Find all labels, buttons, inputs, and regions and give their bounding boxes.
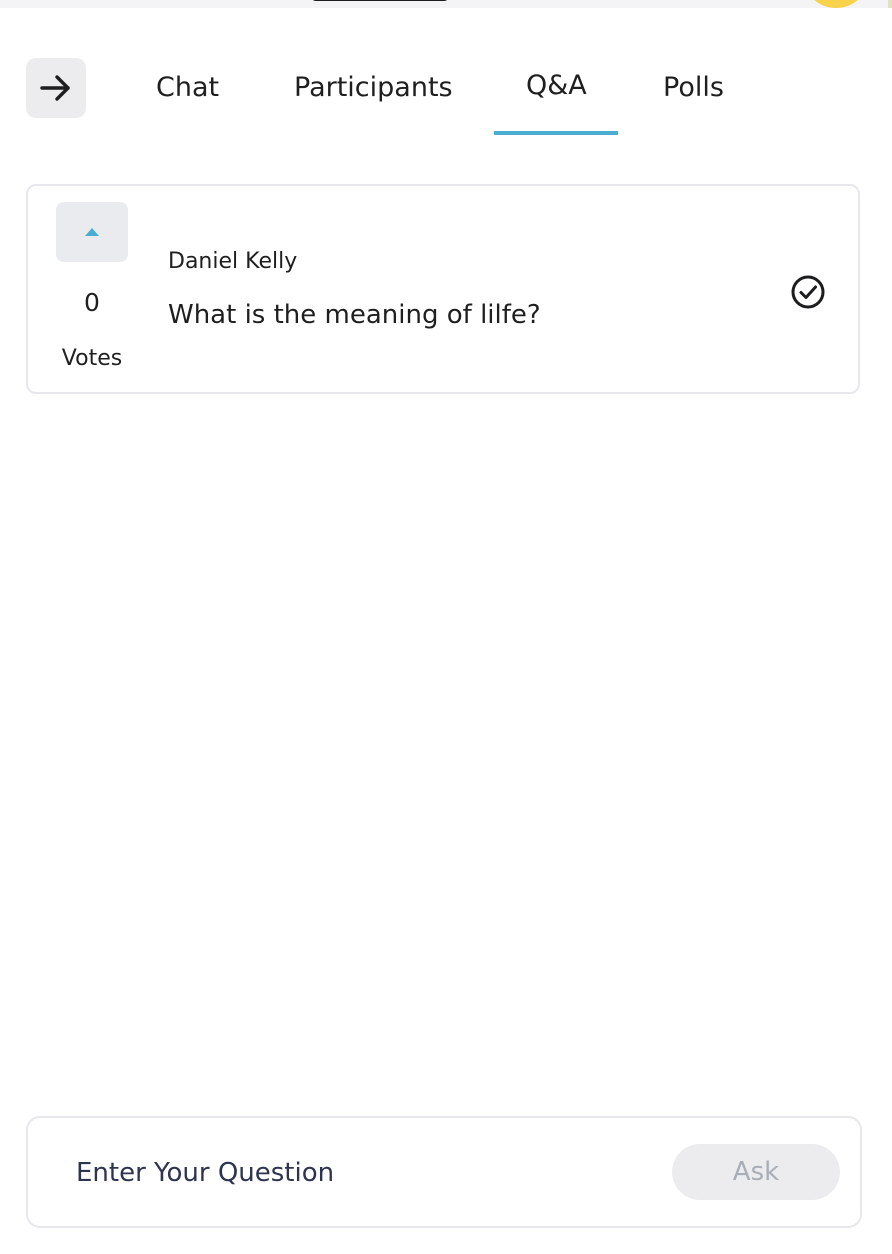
ask-button[interactable]: Ask [672, 1144, 840, 1200]
check-circle-icon[interactable] [790, 274, 826, 310]
arrow-right-icon [40, 75, 70, 101]
question-input[interactable] [76, 1146, 656, 1200]
avatar-fragment [804, 0, 868, 8]
top-bar-fragment [0, 0, 892, 8]
vote-count: 0 [84, 288, 100, 317]
votes-label: Votes [61, 346, 123, 371]
caret-up-icon [85, 228, 99, 236]
question-author: Daniel Kelly [168, 249, 298, 274]
question-text: What is the meaning of lilfe? [168, 300, 541, 330]
top-pill-fragment [312, 0, 448, 1]
upvote-button[interactable] [56, 202, 128, 262]
qa-panel: Chat Participants Q&A Polls 0 Votes Dani… [0, 0, 892, 1254]
active-tab-indicator [494, 131, 618, 135]
edge-fragment [888, 0, 892, 8]
tab-qa[interactable]: Q&A [526, 66, 587, 110]
question-card: 0 Votes Daniel Kelly What is the meaning… [26, 184, 860, 394]
tab-participants[interactable]: Participants [294, 68, 453, 112]
tab-chat[interactable]: Chat [156, 68, 219, 112]
collapse-panel-button[interactable] [26, 58, 86, 118]
ask-question-bar: Ask [26, 1116, 862, 1228]
tab-polls[interactable]: Polls [663, 68, 724, 112]
